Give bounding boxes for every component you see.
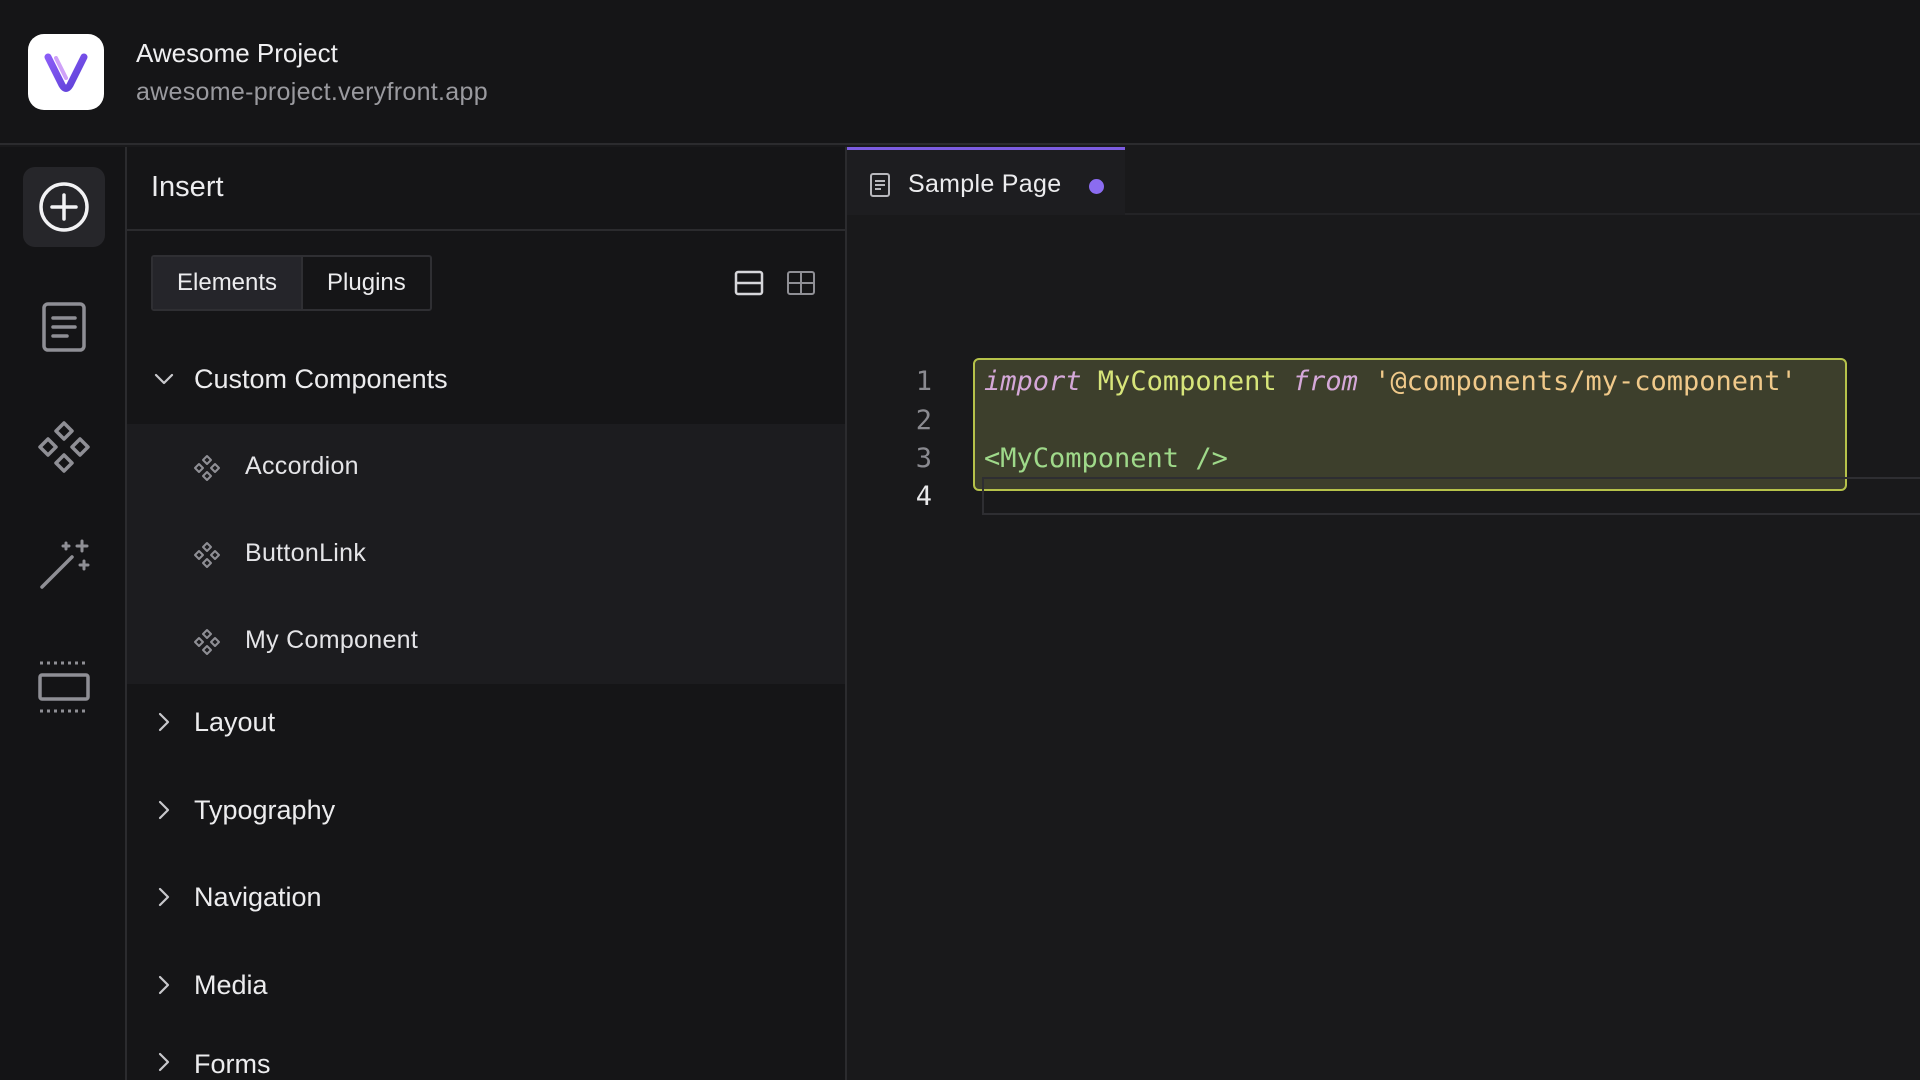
current-line-indicator xyxy=(982,477,1920,515)
custom-components-list: Accordion ButtonLink My Component xyxy=(127,424,845,684)
insert-panel: Insert Elements Plugins Custom Component… xyxy=(127,147,847,1080)
jsx-tag: <MyComponent /> xyxy=(984,443,1228,474)
rail-pages-button[interactable] xyxy=(23,287,105,367)
identifier: MyComponent xyxy=(1081,366,1293,397)
app-window: Awesome Project awesome-project.veryfron… xyxy=(0,0,1920,1080)
list-view-icon[interactable] xyxy=(733,267,765,299)
section-navigation[interactable]: Navigation xyxy=(127,862,845,932)
code-line-3: <MyComponent /> xyxy=(984,440,1228,478)
keyword-from: from xyxy=(1292,366,1358,397)
chevron-right-icon xyxy=(158,1052,170,1072)
list-item-my-component[interactable]: My Component xyxy=(127,598,845,684)
rail-insert-button[interactable] xyxy=(23,167,105,247)
section-forms[interactable]: Forms xyxy=(127,1037,845,1080)
panel-title: Insert xyxy=(151,171,224,203)
section-label: Navigation xyxy=(194,881,322,912)
grid-view-icon[interactable] xyxy=(785,267,817,299)
section-custom-components[interactable]: Custom Components xyxy=(127,344,845,414)
panel-tab-switcher: Elements Plugins xyxy=(151,255,432,311)
chevron-right-icon xyxy=(158,712,170,732)
chevron-right-icon xyxy=(158,975,170,995)
panel-header: Insert xyxy=(127,147,845,231)
code-editor: Sample Page 1 2 3 4 import MyComponent f… xyxy=(847,147,1920,1080)
keyword-import: import xyxy=(984,366,1082,397)
list-item-accordion[interactable]: Accordion xyxy=(127,424,845,510)
list-item-buttonlink[interactable]: ButtonLink xyxy=(127,511,845,597)
tab-strip-divider xyxy=(1125,213,1920,215)
document-icon xyxy=(42,302,86,352)
component-icon xyxy=(194,629,220,655)
section-label: Layout xyxy=(194,706,276,737)
section-label: Media xyxy=(194,969,268,1000)
chevron-right-icon xyxy=(158,800,170,820)
chevron-down-icon xyxy=(154,373,174,385)
section-layout-icon xyxy=(38,661,90,713)
section-media[interactable]: Media xyxy=(127,950,845,1020)
string-literal: '@components/my-component' xyxy=(1357,366,1797,397)
rail-ai-button[interactable] xyxy=(23,525,105,605)
section-label: Forms xyxy=(194,1049,271,1079)
rail-sections-button[interactable] xyxy=(23,647,105,727)
components-icon xyxy=(38,421,90,473)
unsaved-indicator xyxy=(1089,179,1104,194)
component-icon xyxy=(194,455,220,481)
tab-sample-page[interactable]: Sample Page xyxy=(847,147,1125,215)
item-label: ButtonLink xyxy=(245,539,367,567)
item-label: My Component xyxy=(245,626,419,654)
document-icon xyxy=(870,173,890,197)
line-number: 4 xyxy=(915,481,932,512)
logo-v-icon xyxy=(44,53,88,92)
left-icon-rail xyxy=(0,147,127,1080)
section-typography[interactable]: Typography xyxy=(127,775,845,845)
top-bar: Awesome Project awesome-project.veryfron… xyxy=(0,0,1920,145)
item-label: Accordion xyxy=(245,452,359,480)
tab-label: Sample Page xyxy=(908,170,1062,198)
section-label: Custom Components xyxy=(194,363,448,394)
line-number: 1 xyxy=(915,366,932,397)
project-name: Awesome Project xyxy=(136,38,338,68)
section-layout[interactable]: Layout xyxy=(127,687,845,757)
component-icon xyxy=(194,542,220,568)
magic-wand-icon xyxy=(40,539,90,589)
code-line-1: import MyComponent from '@components/my-… xyxy=(984,363,1797,401)
plus-circle-icon xyxy=(39,182,89,232)
chevron-right-icon xyxy=(158,887,170,907)
tab-elements[interactable]: Elements xyxy=(153,257,304,309)
veryfront-logo[interactable] xyxy=(28,34,104,110)
rail-components-button[interactable] xyxy=(23,407,105,487)
section-label: Typography xyxy=(194,794,336,825)
project-url[interactable]: awesome-project.veryfront.app xyxy=(136,78,488,107)
tab-plugins[interactable]: Plugins xyxy=(303,257,430,309)
line-number: 3 xyxy=(915,443,932,474)
line-number: 2 xyxy=(915,405,932,436)
